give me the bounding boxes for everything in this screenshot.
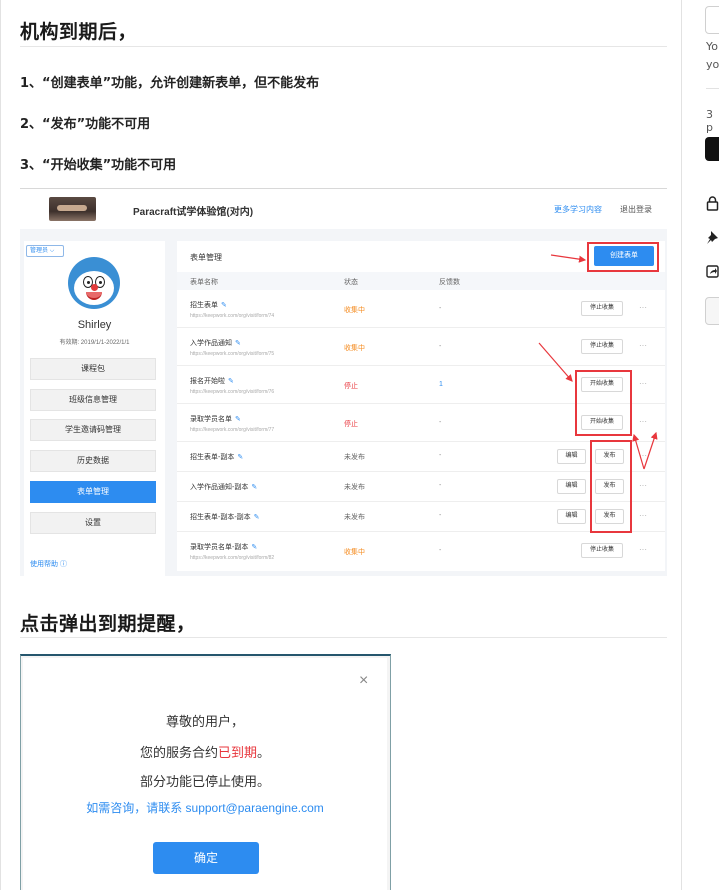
heading-divider: [20, 637, 667, 638]
rail-text-2: yo: [706, 58, 719, 71]
arrow-to-publish-2: [643, 431, 658, 470]
heading-expiry: 机构到期后，: [20, 21, 138, 43]
arrow-to-start-collect: [538, 342, 573, 382]
dialog-disabled-line: 部分功能已停止使用。: [139, 774, 270, 789]
pin-icon[interactable]: [706, 230, 719, 249]
expiry-dialog-screenshot: × 尊敬的用户， 您的服务合约已到期。 部分功能已停止使用。 如需咨询，请联系 …: [20, 654, 391, 890]
expiry-dialog: × 尊敬的用户， 您的服务合约已到期。 部分功能已停止使用。 如需咨询，请联系 …: [23, 658, 387, 890]
annotation-arrows: [538, 254, 658, 470]
rail-button-bottom[interactable]: [705, 297, 719, 325]
rail-button-top[interactable]: [705, 6, 719, 34]
form-management-screenshot: Paracraft试学体验馆(对内) 更多学习内容 退出登录 管理员 ⌵ Shi…: [20, 188, 667, 576]
dialog-contact[interactable]: 如需咨询，请联系 support@paraengine.com: [23, 799, 387, 816]
dialog-expired-line: 您的服务合约已到期。: [23, 742, 387, 761]
arrow-to-create: [550, 254, 587, 263]
article: 机构到期后， 1、“创建表单”功能，允许创建新表单，但不能发布 2、“发布”功能…: [1, 0, 682, 890]
rail-dark-button[interactable]: [705, 137, 719, 161]
rail-text-3: 3 p: [706, 108, 713, 134]
arrow-to-publish-1: [632, 433, 645, 470]
heading-popup: 点击弹出到期提醒，: [20, 613, 196, 635]
close-icon[interactable]: ×: [359, 672, 368, 690]
expired-suffix: 。: [257, 745, 271, 760]
share-icon[interactable]: [706, 264, 719, 283]
list-item-2: 2、“发布”功能不可用: [20, 117, 151, 132]
dialog-greeting: 尊敬的用户，: [165, 714, 244, 729]
lock-icon[interactable]: [706, 196, 719, 215]
confirm-button[interactable]: 确定: [153, 842, 259, 874]
rail-text-1: Yo: [706, 40, 718, 53]
expired-prefix: 您的服务合约: [139, 745, 218, 760]
list-item-3: 3、“开始收集”功能不可用: [20, 158, 177, 173]
heading-divider: [20, 46, 667, 47]
list-item-1: 1、“创建表单”功能，允许创建新表单，但不能发布: [20, 76, 320, 91]
expired-highlight: 已到期: [217, 745, 257, 760]
rail-divider: [706, 88, 719, 89]
